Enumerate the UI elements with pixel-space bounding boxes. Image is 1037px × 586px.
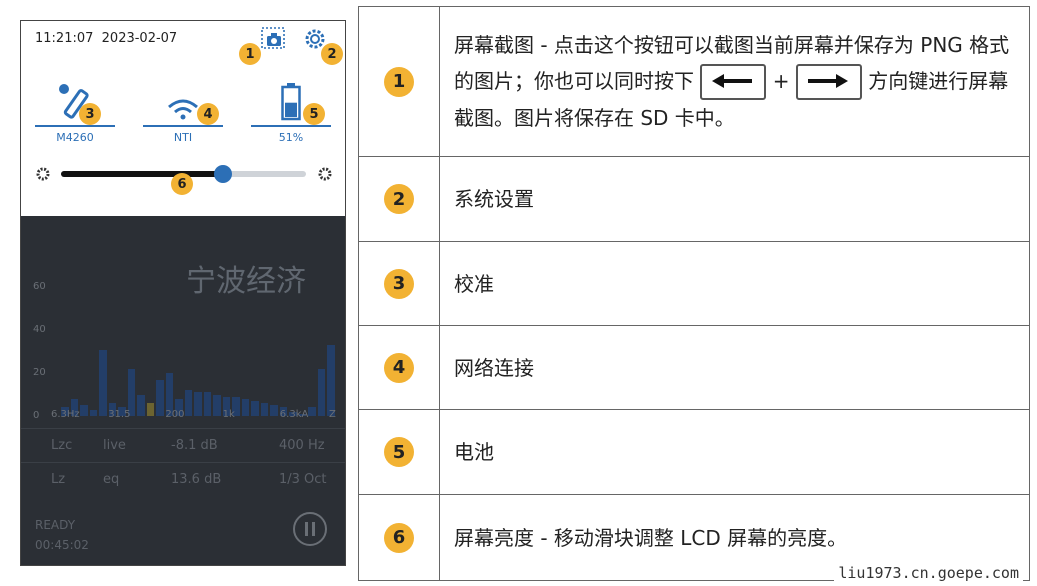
row-description: 电池 (439, 409, 1030, 495)
spectrum-bar (317, 368, 326, 416)
x-tick-label: 1k (222, 409, 235, 420)
brightness-knob[interactable] (213, 165, 232, 183)
live-row: Lzc live -8.1 dB 400 Hz (21, 428, 345, 463)
calibration-tile[interactable]: M4260 (35, 77, 115, 147)
eq-name: Lz (51, 472, 66, 487)
y-tick-label: 60 (33, 281, 46, 293)
spectrum-bar (327, 345, 335, 416)
date-text: 2023-02-07 (101, 31, 178, 46)
spectrum-bar (137, 394, 145, 416)
right-arrow-key (795, 64, 862, 101)
eq-value: 13.6 dB (171, 472, 222, 487)
mic-model-label: M4260 (56, 131, 94, 144)
battery-level-label: 51% (278, 131, 304, 144)
row-number: 1 (384, 66, 414, 97)
wifi-icon (168, 99, 198, 120)
x-tick-label: Z (329, 409, 336, 420)
left-arrow-icon (712, 74, 753, 89)
brightness-low-icon (36, 167, 50, 181)
spectrum-bar (146, 403, 155, 416)
status-text: READY (35, 518, 76, 532)
table-row: 4 网络连接 (358, 325, 1030, 410)
screenshot-button[interactable] (261, 27, 285, 51)
spectrum-bar (203, 392, 212, 416)
spectrum-bar (308, 407, 316, 416)
pause-button[interactable] (293, 512, 327, 546)
row-number: 5 (384, 437, 414, 467)
badge-5: 5 (303, 103, 325, 125)
spectrum-bar (241, 398, 250, 416)
spectrum-bar (80, 405, 88, 416)
table-row: 2 系统设置 (358, 156, 1030, 242)
spectrum-bar (194, 392, 202, 416)
x-tick-label: 6.3kA (279, 409, 309, 420)
source-url: liu1973.cn.goepe.com (834, 564, 1023, 582)
spectrum-bar (260, 403, 269, 416)
spectrum-bar (213, 394, 221, 416)
table-row: 1 屏幕截图 - 点击这个按钮可以截图当前屏幕并保存为 PNG 格式的图片；你也… (358, 6, 1030, 157)
y-tick-label: 0 (33, 410, 40, 421)
y-tick-label: 40 (33, 324, 46, 336)
camera-icon (261, 27, 285, 49)
row-number: 4 (384, 352, 414, 383)
eq-mode: eq (103, 472, 120, 487)
row-description: 屏幕截图 - 点击这个按钮可以截图当前屏幕并保存为 PNG 格式的图片；你也可以… (439, 6, 1030, 157)
badge-6: 6 (171, 173, 193, 195)
live-mode: live (103, 438, 126, 453)
elapsed-time: 00:45:02 (35, 538, 89, 552)
row-description: 校准 (439, 241, 1030, 326)
badge-4: 4 (197, 103, 219, 125)
badge-3: 3 (79, 103, 101, 125)
quick-settings-panel: 11:21:07 2023-02-07 1 2 M4260 3 NTI 4 51… (21, 21, 345, 216)
live-name: Lzc (51, 438, 73, 453)
spectrum-bar (251, 401, 259, 416)
badge-2: 2 (321, 43, 343, 65)
table-row: 3 校准 (358, 241, 1030, 326)
left-arrow-key (700, 64, 767, 101)
right-arrow-icon (807, 74, 848, 89)
x-tick-label: 31.5 (108, 409, 131, 420)
row-description: 网络连接 (439, 325, 1030, 410)
watermark-text: 宁波经济 (186, 264, 306, 299)
brightness-high-icon (318, 167, 332, 181)
spectrum-bar (184, 390, 193, 416)
x-tick-label: 6.3Hz (51, 409, 80, 420)
eq-right: 1/3 Oct (279, 472, 327, 487)
table-row: 5 电池 (358, 409, 1030, 495)
network-name-label: NTI (173, 131, 193, 144)
live-right: 400 Hz (279, 438, 325, 453)
row-number: 6 (384, 522, 414, 553)
row-number: 3 (384, 268, 414, 299)
badge-1: 1 (239, 43, 261, 65)
spectrum-bar (89, 409, 98, 416)
spectrum-bar (99, 349, 107, 416)
spectrum-bar (156, 379, 164, 416)
y-tick-label: 20 (33, 367, 46, 379)
clock: 11:21:07 2023-02-07 (35, 31, 177, 46)
live-value: -8.1 dB (171, 438, 218, 453)
legend-table: 1 屏幕截图 - 点击这个按钮可以截图当前屏幕并保存为 PNG 格式的图片；你也… (358, 6, 1030, 581)
time-text: 11:21:07 (35, 31, 94, 46)
battery-icon (281, 83, 301, 121)
row-number: 2 (384, 184, 414, 214)
row-description: 系统设置 (439, 156, 1030, 242)
spectrum-bar (270, 405, 278, 416)
x-tick-label: 200 (165, 409, 185, 420)
eq-row: Lz eq 13.6 dB 1/3 Oct (21, 462, 345, 497)
brightness-fill (61, 171, 223, 177)
